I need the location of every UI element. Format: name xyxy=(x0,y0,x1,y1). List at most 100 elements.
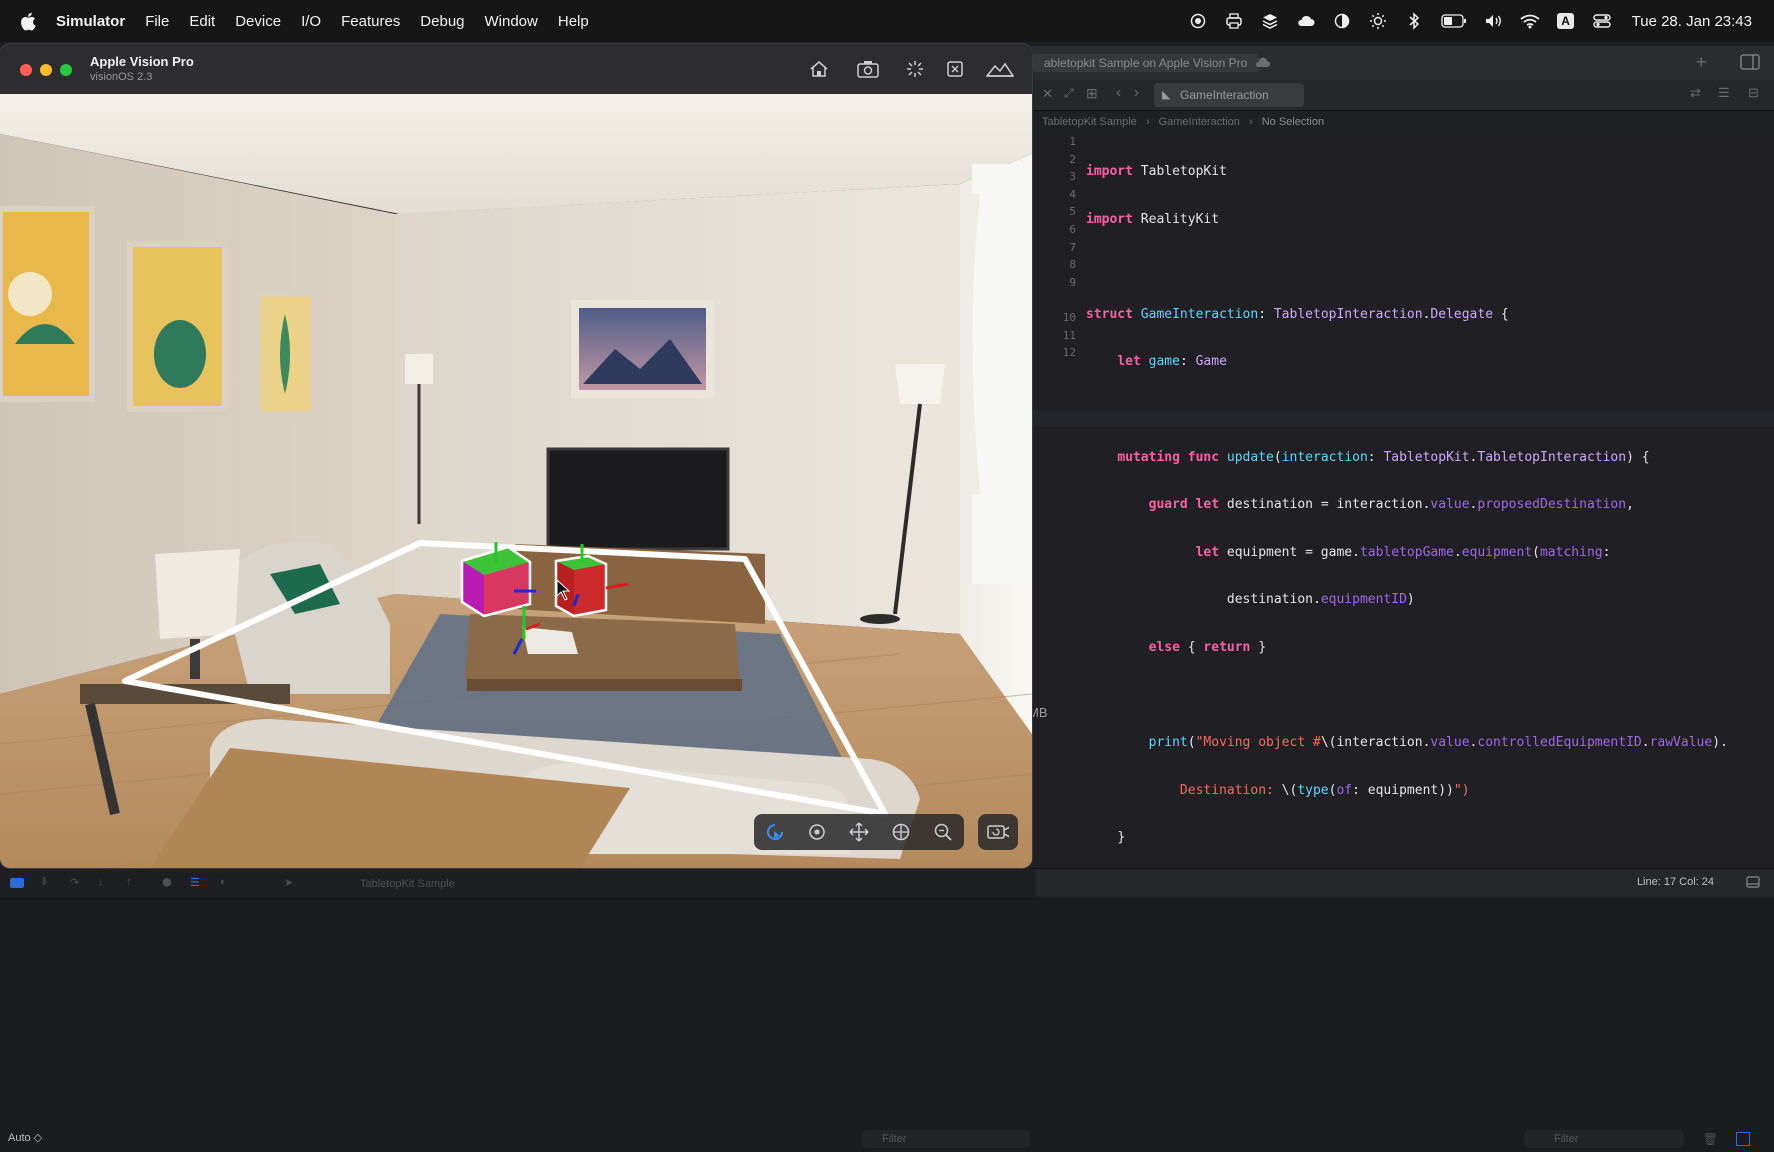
keyboard-badge: A xyxy=(1557,13,1574,29)
step-over-icon[interactable]: ↷ xyxy=(70,876,79,889)
variables-console-area: Filter 🗑 xyxy=(1030,897,1774,1152)
menu-app-name[interactable]: Simulator xyxy=(56,13,125,30)
menu-features[interactable]: Features xyxy=(341,13,400,30)
orbit-icon[interactable] xyxy=(890,821,912,843)
menu-debug[interactable]: Debug xyxy=(420,13,464,30)
panel-toggle-icon[interactable] xyxy=(1746,876,1760,891)
file-tab-gameinteraction[interactable]: ◣ GameInteraction xyxy=(1154,83,1304,107)
editor-status-bar: Line: 17 Col: 24 xyxy=(1030,868,1774,897)
code-line: mutating func update(interaction: Tablet… xyxy=(1117,449,1650,465)
back-icon[interactable]: ‹ xyxy=(1116,84,1121,101)
simulator-interaction-controls xyxy=(754,814,964,850)
source-code: import TabletopKit import RealityKit str… xyxy=(1086,133,1728,925)
device-name: Apple Vision Pro xyxy=(90,54,194,69)
jumpbar-selection[interactable]: No Selection xyxy=(1262,116,1324,128)
jumpbar-project[interactable]: TabletopKit Sample xyxy=(1042,116,1137,128)
home-icon[interactable] xyxy=(808,58,830,80)
code-line: import TabletopKit xyxy=(1086,164,1227,179)
bluetooth-icon[interactable] xyxy=(1404,11,1424,31)
look-around-icon[interactable] xyxy=(806,821,828,843)
simulate-location-icon[interactable]: ➤ xyxy=(284,876,293,889)
minimize-window-button[interactable] xyxy=(40,64,52,76)
add-tab-icon[interactable]: + xyxy=(1696,52,1707,73)
code-line: } xyxy=(1117,830,1126,846)
line-number: 1 xyxy=(1069,135,1076,148)
screenshot-icon[interactable] xyxy=(857,58,879,80)
step-in-icon[interactable]: ↓ xyxy=(98,876,104,888)
code-line: let game: Game xyxy=(1117,354,1227,370)
select-pointer-icon[interactable] xyxy=(764,821,786,843)
debug-area: ‖ ↷ ↓ ↑ ⬢ ☰ ◐ ➤ TabletopKit Sample Auto … xyxy=(0,870,1036,1152)
menu-window[interactable]: Window xyxy=(485,13,538,30)
menubar-clock[interactable]: Tue 28. Jan 23:43 xyxy=(1632,13,1752,30)
visionos-scene-view[interactable] xyxy=(0,94,1032,868)
step-out-icon[interactable]: ↑ xyxy=(126,876,132,888)
menu-edit[interactable]: Edit xyxy=(189,13,215,30)
wifi-icon[interactable] xyxy=(1520,11,1540,31)
xcode-window: abletopkit Sample on Apple Vision Pro + … xyxy=(1030,46,1774,1152)
view-hierarchy-icon[interactable]: ☰ xyxy=(190,876,200,889)
line-number: 12 xyxy=(1062,346,1076,360)
grid-icon[interactable]: ⊞ xyxy=(1086,85,1098,102)
expand-icon[interactable]: ⤢ xyxy=(1064,86,1074,101)
hide-debug-icon[interactable] xyxy=(10,878,24,888)
immersive-space-icon[interactable] xyxy=(904,58,926,80)
zoom-icon[interactable] xyxy=(932,821,954,843)
jumpbar-file[interactable]: GameInteraction xyxy=(1159,116,1240,128)
refresh-icon[interactable]: ⇄ xyxy=(1690,85,1701,101)
simulator-titlebar: Apple Vision Pro visionOS 2.3 xyxy=(0,44,1032,94)
control-center-icon[interactable] xyxy=(1592,11,1612,31)
environment-icon[interactable]: ◐ xyxy=(220,876,227,888)
menu-device[interactable]: Device xyxy=(235,13,281,30)
battery-icon[interactable] xyxy=(1440,11,1468,31)
jump-bar: TabletopKit Sample › GameInteraction › N… xyxy=(1030,111,1774,133)
menu-help[interactable]: Help xyxy=(558,13,589,30)
close-window-button[interactable] xyxy=(20,64,32,76)
code-line: guard let destination = interaction.valu… xyxy=(1148,497,1634,513)
os-version: visionOS 2.3 xyxy=(90,71,153,83)
close-tab-icon[interactable]: ✕ xyxy=(1042,86,1053,102)
breakpoints-icon[interactable]: ⬢ xyxy=(162,876,172,889)
pause-icon[interactable]: ‖ xyxy=(42,876,47,888)
device-controls-icon[interactable] xyxy=(944,58,966,80)
console-filter-input[interactable]: Filter xyxy=(1524,1130,1684,1148)
xcode-window-tab[interactable]: abletopkit Sample on Apple Vision Pro xyxy=(1032,54,1260,72)
volume-icon[interactable] xyxy=(1484,11,1504,31)
split-editor-icon[interactable]: ⊟ xyxy=(1748,85,1759,101)
input-source-icon[interactable]: A xyxy=(1556,11,1576,31)
inspector-toggle-icon[interactable] xyxy=(1740,54,1760,75)
line-number: 8 xyxy=(1069,258,1076,272)
simulator-window: Apple Vision Pro visionOS 2.3 xyxy=(0,44,1032,868)
menu-io[interactable]: I/O xyxy=(301,13,321,30)
printer-icon[interactable] xyxy=(1224,11,1244,31)
line-number xyxy=(1030,291,1076,309)
variables-filter-input[interactable]: Filter xyxy=(862,1130,1030,1148)
environment-mountains-icon[interactable] xyxy=(986,58,1014,80)
cloud-sync-icon[interactable] xyxy=(1296,11,1316,31)
auto-variables-selector[interactable]: Auto ◇ xyxy=(8,1131,42,1144)
status-area: A Tue 28. Jan 23:43 xyxy=(1188,0,1752,42)
code-editor[interactable]: 1 2 3 4 5 6 7 8 9 10 11 12 import Tablet… xyxy=(1030,133,1774,913)
layers-app-icon[interactable] xyxy=(1260,11,1280,31)
pan-move-icon[interactable] xyxy=(848,821,870,843)
editor-options-icon[interactable]: ☰ xyxy=(1718,85,1730,101)
code-line: destination.equipmentID) xyxy=(1226,592,1415,608)
cloud-icon xyxy=(1254,55,1272,74)
trash-icon[interactable]: 🗑 xyxy=(1703,1132,1718,1146)
line-number: 7 xyxy=(1069,240,1076,254)
file-tab-label: GameInteraction xyxy=(1180,88,1269,102)
screen-record-icon[interactable] xyxy=(1188,11,1208,31)
line-number: 2 xyxy=(1069,152,1076,166)
camera-reset-button[interactable] xyxy=(978,814,1018,850)
contrast-icon[interactable] xyxy=(1332,11,1352,31)
apple-menu-icon[interactable] xyxy=(20,12,38,31)
menu-bar: Simulator File Edit Device I/O Features … xyxy=(0,0,1774,42)
forward-icon[interactable]: › xyxy=(1134,84,1139,101)
zoom-window-button[interactable] xyxy=(60,64,72,76)
split-view-icon[interactable] xyxy=(1736,1132,1750,1146)
brightness-icon[interactable] xyxy=(1368,11,1388,31)
menu-file[interactable]: File xyxy=(145,13,169,30)
